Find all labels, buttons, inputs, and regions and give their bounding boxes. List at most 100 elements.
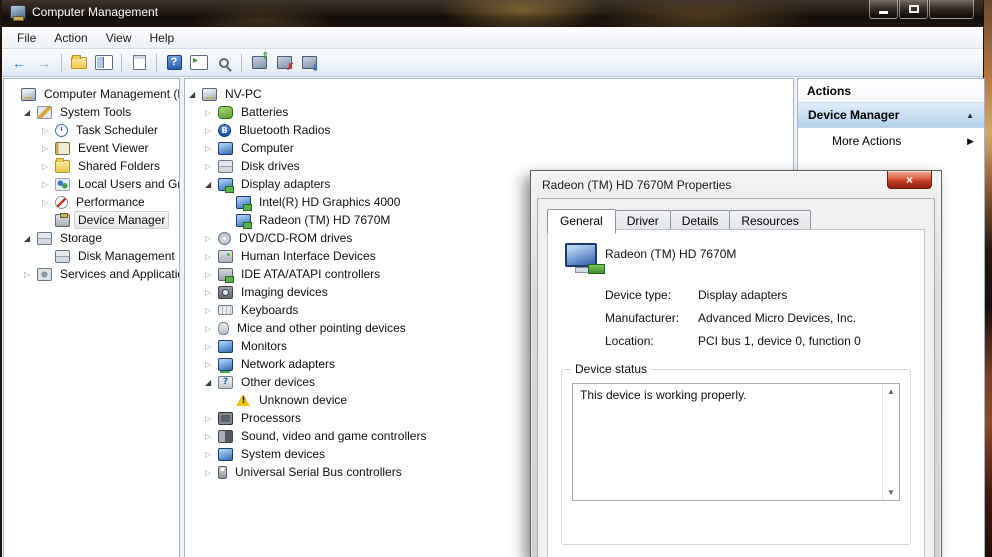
tree-item[interactable]: Event Viewer <box>4 139 179 157</box>
scroll-up-icon[interactable]: ▲ <box>883 387 899 396</box>
device-status-label: Device status <box>571 362 652 376</box>
status-scrollbar[interactable]: ▲ ▼ <box>882 384 899 500</box>
device-info-fields: Device type: Display adapters Manufactur… <box>605 288 861 357</box>
device-status-textbox[interactable]: This device is working properly. ▲ ▼ <box>572 383 900 501</box>
tree-item[interactable]: Disk Management <box>4 247 179 265</box>
expander-icon[interactable] <box>24 234 37 243</box>
scan-hardware-button[interactable] <box>298 52 320 74</box>
dialog-tab[interactable]: General <box>547 209 616 234</box>
expander-icon[interactable] <box>205 144 218 153</box>
device-category-icon <box>218 285 233 299</box>
more-actions-item[interactable]: More Actions ▶ <box>798 128 984 154</box>
expander-icon[interactable] <box>24 108 37 117</box>
maximize-button[interactable] <box>899 0 928 19</box>
expander-icon[interactable] <box>42 180 55 189</box>
expander-icon[interactable] <box>205 270 218 279</box>
tree-item[interactable]: Computer Management (Local <box>4 85 179 103</box>
window-button-glyph <box>908 5 919 13</box>
device-category-icon <box>218 447 233 461</box>
expander-icon[interactable] <box>42 198 55 207</box>
toolbar-icon <box>132 55 146 70</box>
actions-section-device-manager[interactable]: Device Manager ▲ <box>798 103 984 128</box>
expander-icon[interactable] <box>205 126 218 135</box>
collapse-chevron-icon[interactable]: ▲ <box>966 111 974 120</box>
toolbar-icon: ? <box>166 55 182 70</box>
field-value: PCI bus 1, device 0, function 0 <box>698 334 861 348</box>
console-tree-button[interactable] <box>93 52 115 74</box>
toolbar-icon <box>71 54 87 69</box>
toolbar-icon <box>251 52 270 69</box>
device-status-text: This device is working properly. <box>580 388 747 402</box>
device-tree-item[interactable]: NV-PC <box>185 85 793 103</box>
dialog-close-button[interactable]: × <box>887 171 932 189</box>
expander-icon[interactable] <box>205 342 218 351</box>
expander-icon[interactable] <box>205 108 218 117</box>
expander-icon[interactable] <box>205 468 218 477</box>
tree-item-icon <box>55 123 68 137</box>
device-tree-item[interactable]: Computer <box>185 139 793 157</box>
device-category-icon <box>218 375 233 389</box>
menu-view[interactable]: View <box>97 28 141 48</box>
device-category-icon <box>236 394 250 406</box>
tree-item[interactable]: Device Manager <box>4 211 179 229</box>
field-value: Advanced Micro Devices, Inc. <box>698 311 857 325</box>
search-button[interactable] <box>213 52 235 74</box>
expander-icon[interactable] <box>205 378 218 387</box>
expander-icon[interactable] <box>189 90 202 99</box>
menu-bar: File Action View Help <box>2 27 983 49</box>
device-tree-item[interactable]: Batteries <box>185 103 793 121</box>
expander-icon[interactable] <box>205 180 218 189</box>
tree-item[interactable]: Services and Applications <box>4 265 179 283</box>
close-icon: × <box>905 172 913 187</box>
device-category-icon <box>218 231 231 245</box>
expander-icon[interactable] <box>42 144 55 153</box>
device-category-icon <box>218 357 233 373</box>
expander-icon[interactable] <box>205 432 218 441</box>
expander-icon[interactable] <box>205 234 218 243</box>
expander-icon[interactable] <box>24 270 37 279</box>
menu-help[interactable]: Help <box>141 28 184 48</box>
expander-icon[interactable] <box>205 450 218 459</box>
device-category-icon <box>218 159 233 173</box>
close-button[interactable] <box>929 0 974 19</box>
toolbar-separator <box>156 53 157 72</box>
toolbar-icon <box>219 57 229 68</box>
help-button[interactable]: ? <box>163 52 185 74</box>
device-category-icon <box>218 177 234 193</box>
export-list-button[interactable] <box>68 52 90 74</box>
device-category-icon <box>218 141 233 155</box>
device-category-icon <box>218 321 229 335</box>
expander-icon[interactable] <box>205 324 218 333</box>
expander-icon[interactable] <box>205 288 218 297</box>
device-status-group: Device status This device is working pro… <box>561 362 911 545</box>
back-button[interactable]: ← <box>8 52 30 74</box>
device-category-icon <box>218 429 233 443</box>
uninstall-button[interactable] <box>273 52 295 74</box>
forward-button[interactable]: → <box>33 52 55 74</box>
tree-item[interactable]: Shared Folders <box>4 157 179 175</box>
properties-button[interactable] <box>128 52 150 74</box>
tree-item-icon <box>37 267 52 281</box>
tree-item[interactable]: System Tools <box>4 103 179 121</box>
device-category-icon <box>218 411 233 425</box>
expander-icon[interactable] <box>205 162 218 171</box>
expander-icon[interactable] <box>205 306 218 315</box>
update-driver-button[interactable] <box>248 52 270 74</box>
expander-icon[interactable] <box>42 162 55 171</box>
expander-icon[interactable] <box>42 126 55 135</box>
dialog-title-bar[interactable]: Radeon (TM) HD 7670M Properties × <box>531 171 941 198</box>
scroll-down-icon[interactable]: ▼ <box>883 488 899 497</box>
device-tree-item[interactable]: Bluetooth Radios <box>185 121 793 139</box>
show-hide-button[interactable] <box>188 52 210 74</box>
tree-item[interactable]: Local Users and Groups <box>4 175 179 193</box>
expander-icon[interactable] <box>205 252 218 261</box>
tree-item[interactable]: Performance <box>4 193 179 211</box>
tree-item[interactable]: Storage <box>4 229 179 247</box>
minimize-button[interactable] <box>869 0 898 19</box>
expander-icon[interactable] <box>205 360 218 369</box>
tree-item[interactable]: Task Scheduler <box>4 121 179 139</box>
menu-action[interactable]: Action <box>45 28 96 48</box>
title-bar[interactable]: Computer Management <box>2 0 983 27</box>
menu-file[interactable]: File <box>8 28 45 48</box>
expander-icon[interactable] <box>205 414 218 423</box>
